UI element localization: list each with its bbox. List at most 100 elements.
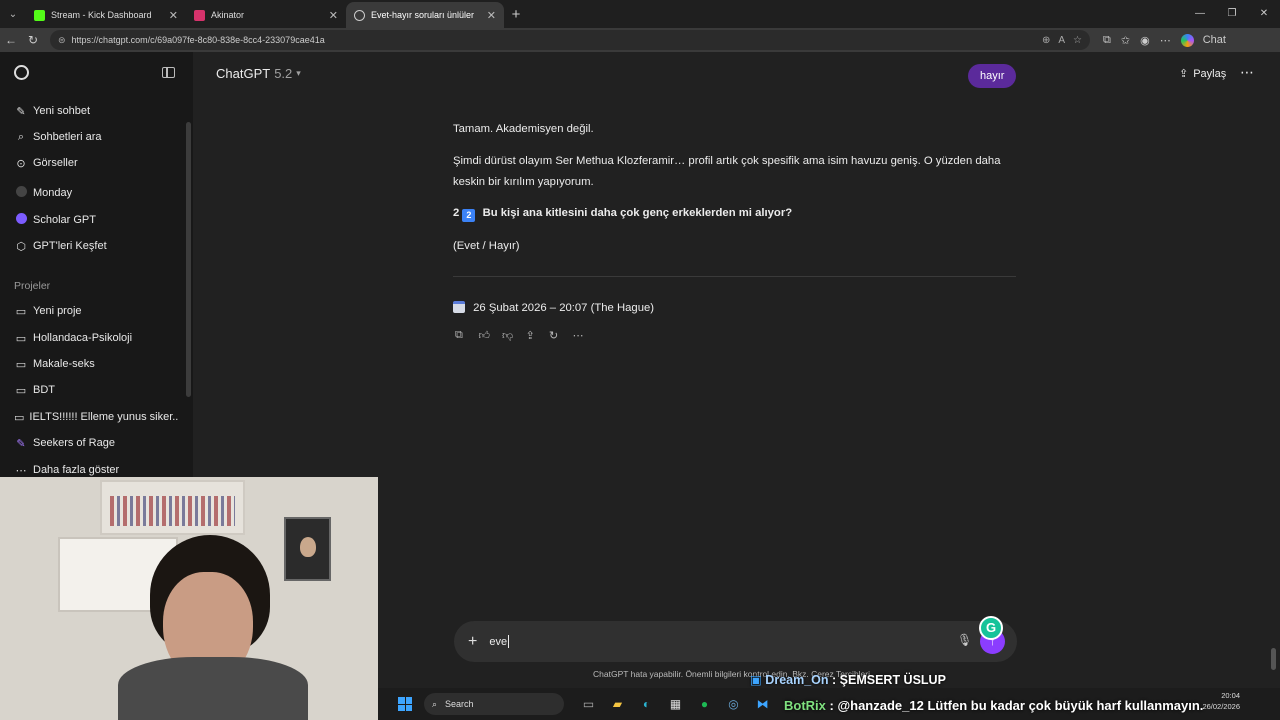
chat-username: Dream_On	[765, 673, 829, 687]
address-bar[interactable]: ⊜ https://chatgpt.com/c/69a097fe-8c80-83…	[50, 30, 1090, 50]
new-tab-button[interactable]: +	[504, 6, 528, 23]
feather-icon: ✎	[16, 437, 26, 450]
task-view-icon[interactable]: ▭	[574, 697, 603, 711]
question-number: 2	[453, 207, 460, 219]
copilot-button[interactable]: Chat	[1176, 33, 1231, 47]
sidebar-item-search[interactable]: ⌕ Sohbetleri ara	[14, 126, 179, 148]
tab-chatgpt[interactable]: Evet-hayır soruları ünlüler ✕	[346, 2, 504, 28]
close-window-icon[interactable]: ✕	[1248, 0, 1280, 28]
share-icon: ⇪	[1179, 68, 1189, 80]
thumbs-up-icon[interactable]: 👍︎	[479, 329, 503, 342]
extensions-icon[interactable]: ⧉	[1103, 34, 1111, 47]
user-message-bubble: hayır	[968, 64, 1017, 88]
clock-time: 20:04	[1221, 691, 1240, 700]
vscode-icon[interactable]: ⧓	[748, 697, 777, 711]
sidebar-item-new-chat[interactable]: ✎ Yeni sohbet	[14, 100, 179, 122]
zoom-icon[interactable]: ⊕	[1042, 35, 1050, 46]
sidebar-item-label: Görseller	[33, 157, 78, 169]
sidebar-item-label: Monday	[33, 187, 73, 199]
windows-start-icon[interactable]	[398, 697, 412, 711]
search-icon: ⌕	[17, 130, 25, 143]
assistant-question: 2 2 Bu kişi ana kitlesini daha çok genç …	[453, 203, 1018, 224]
tab-kick[interactable]: Stream - Kick Dashboard ✕	[26, 2, 186, 28]
share-button[interactable]: ⇪ Paylaş	[1179, 67, 1226, 81]
project-item-new[interactable]: ▭ Yeni proje	[14, 300, 179, 322]
sidebar-toggle-icon[interactable]	[162, 66, 175, 78]
read-aloud-icon[interactable]: A	[1058, 35, 1065, 46]
more-options-icon[interactable]: ⋯	[1240, 64, 1254, 81]
project-item[interactable]: ▭ IELTS!!!!!! Elleme yunus siker...	[14, 406, 179, 428]
tab-title: Akinator	[211, 10, 245, 20]
dots-icon: ⋯	[15, 464, 27, 477]
copilot-icon	[1180, 33, 1194, 47]
taskbar-search[interactable]: ⌕ Search	[424, 693, 564, 715]
search-icon: ⌕	[432, 698, 438, 709]
project-item-label: Hollandaca-Psikoloji	[33, 332, 133, 344]
sidebar-scrollbar[interactable]	[186, 122, 191, 397]
lock-icon[interactable]: ⊜	[58, 35, 66, 46]
folder-icon: ▭	[15, 358, 27, 371]
question-text: Bu kişi ana kitlesini daha çok genç erke…	[482, 207, 793, 219]
restore-icon[interactable]: ❐	[1216, 0, 1248, 28]
folder-icon: ▭	[15, 332, 27, 345]
file-explorer-icon[interactable]: ▰	[603, 697, 632, 711]
back-icon[interactable]: ←	[0, 33, 22, 47]
minimize-icon[interactable]: —	[1184, 0, 1216, 28]
tab-akinator[interactable]: Akinator ✕	[186, 2, 346, 28]
grammarly-icon[interactable]: G	[979, 616, 1003, 640]
spotify-icon[interactable]: ●	[690, 697, 719, 711]
tab-title: Evet-hayır soruları ünlüler	[371, 10, 475, 20]
sidebar-item-explore-gpts[interactable]: ⬡ GPT'leri Keşfet	[14, 235, 179, 257]
cube-icon: ⬡	[16, 240, 26, 253]
sidebar-item-images[interactable]: ⊙ Görseller	[14, 152, 179, 174]
profile-avatar-icon[interactable]: ◉	[1140, 34, 1150, 47]
composer-input[interactable]: eve	[489, 636, 507, 648]
keycap-2-icon: 2	[462, 209, 476, 222]
store-icon[interactable]: ▦	[661, 697, 690, 711]
monday-icon	[14, 186, 28, 200]
close-icon[interactable]: ✕	[169, 9, 178, 22]
sidebar-item-scholar-gpt[interactable]: Scholar GPT	[14, 209, 179, 231]
assistant-paragraph: Şimdi dürüst olayım Ser Methua Klozferam…	[453, 155, 1001, 188]
plus-icon[interactable]: +	[468, 633, 477, 651]
toolbar-right: ⧉ ✩ ◉ ⋯ Chat	[1098, 33, 1231, 47]
folder-icon: ▭	[15, 384, 27, 397]
openai-logo-icon[interactable]	[14, 64, 29, 80]
copy-icon[interactable]: ⧉	[455, 329, 479, 342]
divider	[453, 276, 1016, 277]
steam-icon[interactable]: ◎	[719, 697, 748, 711]
close-icon[interactable]: ✕	[487, 9, 496, 22]
more-dots-icon[interactable]: ⋯	[573, 329, 597, 342]
favorites-icon[interactable]: ✩	[1121, 34, 1130, 47]
folder-plus-icon: ▭	[15, 305, 27, 318]
sidebar-item-label: Sohbetleri ara	[33, 131, 102, 143]
project-item[interactable]: ▭ BDT	[14, 379, 179, 401]
reload-icon[interactable]: ↻	[22, 33, 44, 47]
system-clock[interactable]: 20:04 26/02/2026	[1202, 690, 1240, 712]
project-item[interactable]: ✎ Seekers of Rage	[14, 432, 179, 454]
regenerate-icon[interactable]: ↻	[549, 329, 573, 342]
edit-icon: ✎	[16, 105, 26, 118]
main-scrollbar[interactable]	[1271, 648, 1276, 670]
model-selector[interactable]: ChatGPT 5.2 ▾	[216, 66, 301, 81]
microphone-icon[interactable]: 🎙︎	[957, 633, 972, 647]
stream-chat-line: ▣ Dream_On : ŞEMSERT ÜSLUP	[750, 672, 946, 687]
message-actions: ⧉ 👍︎ 👎︎ ⇪ ↻ ⋯	[455, 329, 596, 342]
project-item[interactable]: ▭ Makale-seks	[14, 353, 179, 375]
project-item[interactable]: ▭ Hollandaca-Psikoloji	[14, 327, 179, 349]
sidebar-item-monday[interactable]: Monday	[14, 182, 179, 204]
message-composer[interactable]: + eve 🎙︎ ↑	[454, 621, 1017, 662]
timestamp-line: 26 Şubat 2026 – 20:07 (The Hague)	[453, 298, 1018, 319]
thumbs-down-icon[interactable]: 👎︎	[502, 329, 526, 342]
menu-dots-icon[interactable]: ⋯	[1160, 34, 1171, 47]
close-icon[interactable]: ✕	[329, 9, 338, 22]
tab-menu-chevron-icon[interactable]: ⌄	[0, 0, 26, 28]
project-item-label: BDT	[33, 384, 55, 396]
bookshelf-image	[100, 480, 245, 535]
model-name: ChatGPT	[216, 66, 271, 81]
share-icon[interactable]: ⇪	[526, 329, 550, 342]
edge-icon[interactable]: ◐	[632, 697, 661, 711]
favorite-star-icon[interactable]: ☆	[1073, 35, 1082, 46]
projects-heading: Projeler	[14, 280, 51, 292]
timestamp-text: 26 Şubat 2026 – 20:07 (The Hague)	[473, 302, 655, 314]
